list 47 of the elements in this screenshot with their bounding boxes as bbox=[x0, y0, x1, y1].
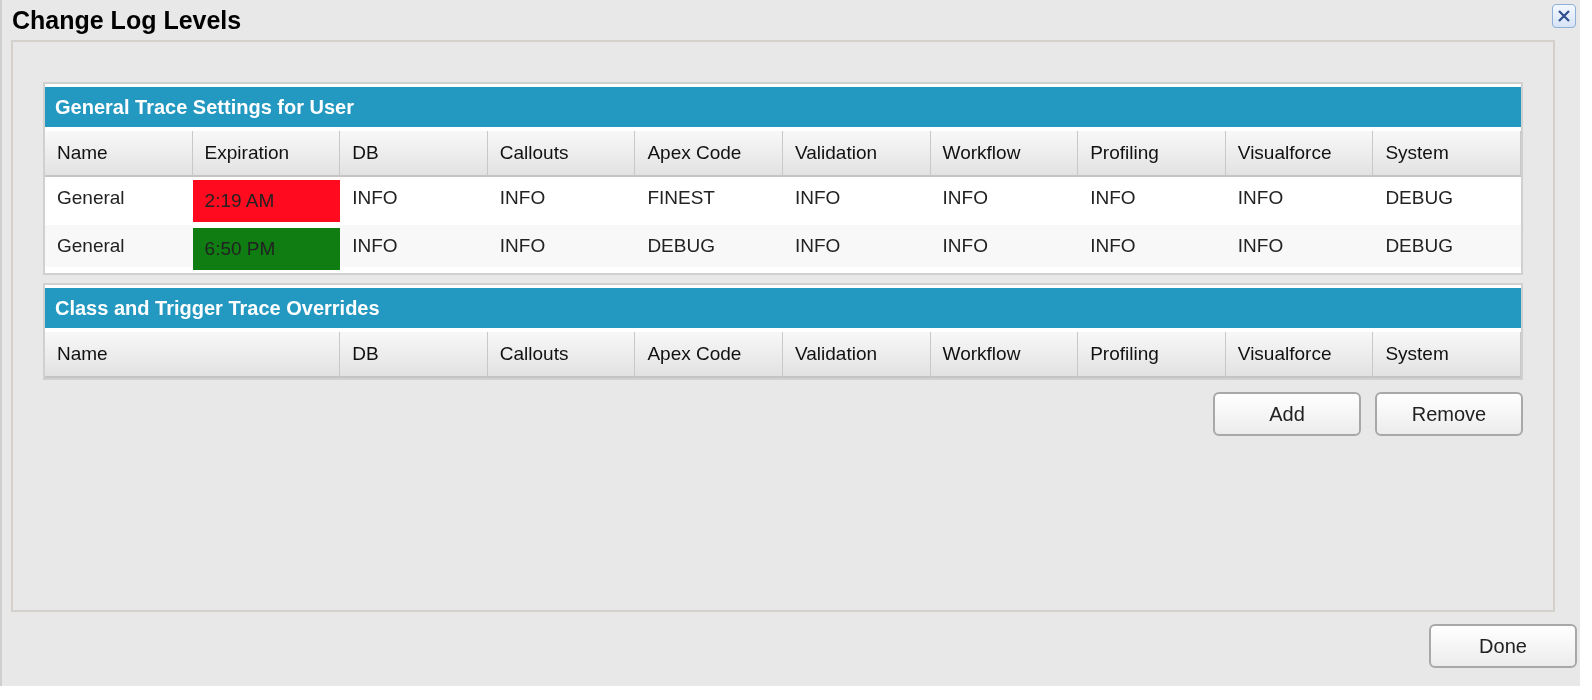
column-header: Workflow bbox=[930, 131, 1079, 177]
table-cell: DEBUG bbox=[1373, 225, 1521, 267]
table-cell: DEBUG bbox=[635, 225, 783, 267]
table-cell-text: INFO bbox=[351, 185, 399, 210]
close-icon bbox=[1556, 8, 1572, 24]
column-header: System bbox=[1373, 131, 1521, 177]
column-header: DB bbox=[340, 332, 488, 378]
column-header: System bbox=[1373, 332, 1521, 378]
done-button[interactable]: Done bbox=[1429, 624, 1577, 668]
column-header: Visualforce bbox=[1225, 332, 1374, 378]
table-cell-text: INFO bbox=[1236, 185, 1285, 210]
table-cell-text: FINEST bbox=[646, 185, 716, 210]
table-title: Class and Trigger Trace Overrides bbox=[45, 288, 1521, 328]
table-cell-text: INFO bbox=[794, 185, 842, 210]
close-button[interactable] bbox=[1552, 4, 1576, 28]
table-title: General Trace Settings for User bbox=[45, 87, 1521, 127]
table-cell-text: INFO bbox=[941, 185, 989, 210]
expiration-cell: 2:19 AM bbox=[192, 180, 341, 222]
table-cell: INFO bbox=[930, 225, 1079, 267]
column-header: Apex Code bbox=[635, 131, 783, 177]
action-button[interactable]: Add bbox=[1213, 392, 1361, 436]
column-header: Validation bbox=[783, 131, 931, 177]
table-cell: INFO bbox=[1225, 225, 1374, 267]
column-header: Profiling bbox=[1078, 332, 1226, 378]
window-title: Change Log Levels bbox=[12, 5, 242, 36]
table-cell-text: INFO bbox=[498, 185, 547, 210]
column-header: Callouts bbox=[487, 332, 636, 378]
table-cell: INFO bbox=[1078, 225, 1226, 267]
action-button[interactable]: Remove bbox=[1375, 392, 1523, 436]
expiration-cell: 6:50 PM bbox=[192, 228, 341, 270]
column-header: Validation bbox=[783, 332, 931, 378]
column-header: DB bbox=[340, 131, 488, 177]
table-cell: General bbox=[45, 225, 193, 267]
column-header: Apex Code bbox=[635, 332, 783, 378]
table-cell-text: DEBUG bbox=[1384, 185, 1454, 210]
table-cell-text: INFO bbox=[1089, 185, 1137, 210]
table-cell-text: General bbox=[56, 185, 126, 210]
table-cell: INFO bbox=[487, 225, 636, 267]
table-cell: INFO bbox=[340, 225, 488, 267]
table-cell: INFO bbox=[783, 225, 931, 267]
column-header: Expiration bbox=[192, 131, 341, 177]
column-header: Workflow bbox=[930, 332, 1079, 378]
column-header: Name bbox=[45, 131, 193, 177]
column-header: Profiling bbox=[1078, 131, 1226, 177]
column-header: Visualforce bbox=[1225, 131, 1374, 177]
column-header: Callouts bbox=[487, 131, 636, 177]
column-header: Name bbox=[45, 332, 341, 378]
